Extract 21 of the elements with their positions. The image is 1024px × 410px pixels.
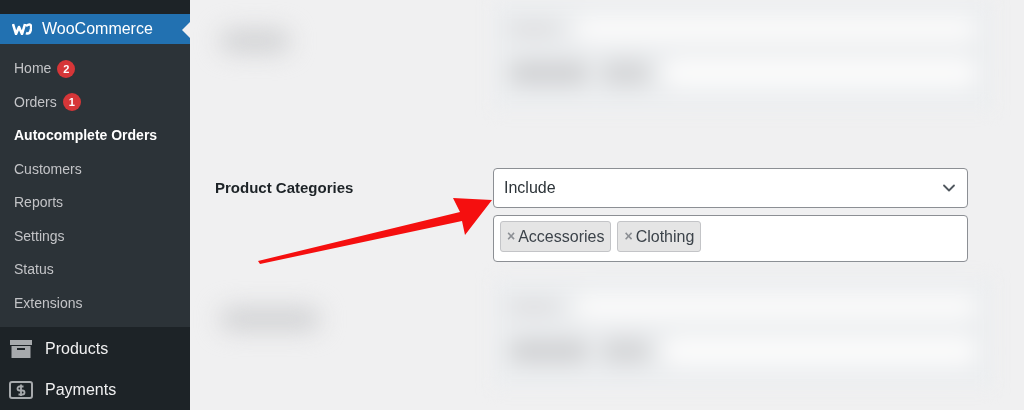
submenu-item[interactable]: Extensions bbox=[0, 286, 190, 320]
menu-item[interactable]: Products bbox=[0, 328, 190, 369]
menu-item[interactable]: WooCommerce bbox=[0, 14, 190, 44]
archive-icon bbox=[10, 339, 32, 358]
menu-pointer bbox=[182, 22, 190, 39]
tag-label: Clothing bbox=[635, 226, 695, 247]
submenu-item[interactable]: Autocomplete Orders bbox=[0, 119, 190, 153]
count-badge: 1 bbox=[62, 93, 81, 112]
dollar-icon bbox=[9, 380, 33, 399]
submenu-item[interactable]: Settings bbox=[0, 219, 190, 253]
submenu-item[interactable]: Reports bbox=[0, 186, 190, 220]
submenu-item[interactable]: Home 2 bbox=[0, 52, 190, 86]
field-label: Product Categories bbox=[215, 178, 355, 198]
logo-icon bbox=[12, 23, 32, 36]
submenu-item[interactable]: Orders 1 bbox=[0, 85, 190, 119]
menu-item[interactable]: Payments bbox=[0, 369, 190, 410]
tag-label: Accessories bbox=[518, 226, 605, 247]
select-dropdown[interactable]: Include bbox=[493, 168, 968, 208]
count-badge: 2 bbox=[57, 59, 76, 78]
submenu-item[interactable]: Customers bbox=[0, 152, 190, 186]
submenu-item[interactable]: Status bbox=[0, 253, 190, 287]
